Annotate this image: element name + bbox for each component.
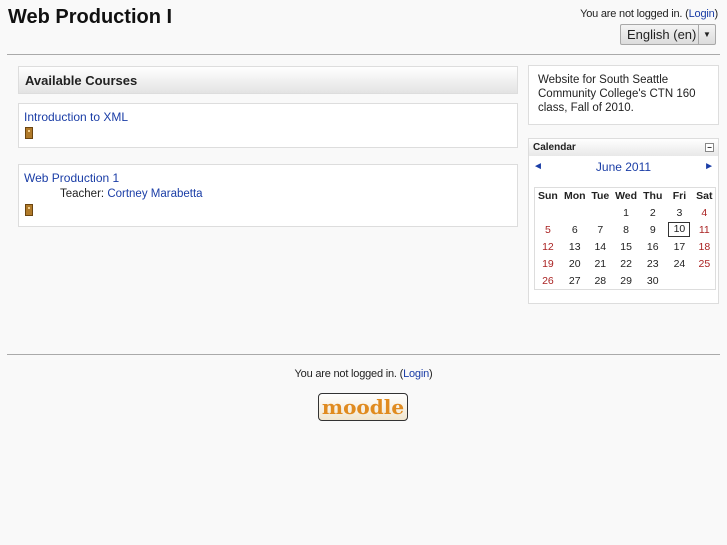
section-heading: Available Courses xyxy=(25,73,138,88)
calendar-day: 4 xyxy=(701,206,708,219)
calendar-empty-cell xyxy=(589,204,612,221)
course-link[interactable]: Introduction to XML xyxy=(24,110,128,124)
calendar-grid: Sun Mon Tue Wed Thu Fri Sat 1 2 3 4 5 6 7 8 9 10 11 12 13 1… xyxy=(534,187,716,290)
calendar-day: 18 xyxy=(698,240,711,253)
site-title: Web Production I xyxy=(8,6,173,28)
calendar-week: 1 2 3 4 xyxy=(535,204,716,221)
weekday-label: Sun xyxy=(537,190,558,202)
calendar-day: 10 xyxy=(665,221,693,238)
weekday-label: Wed xyxy=(615,190,638,202)
moodle-logo[interactable]: moodle xyxy=(318,393,408,421)
calendar-day: 3 xyxy=(676,206,683,219)
footer-login-link[interactable]: Login xyxy=(403,368,429,380)
calendar-month[interactable]: June 2011 xyxy=(529,160,718,174)
login-status: You are not logged in. (Login) xyxy=(580,8,718,20)
course-link[interactable]: Web Production 1 xyxy=(24,171,119,185)
language-value: English (en) xyxy=(627,27,697,42)
calendar-day: 9 xyxy=(649,223,656,236)
course-box: Web Production 1 Teacher: Cortney Marabe… xyxy=(18,164,518,227)
calendar-day: 21 xyxy=(594,257,607,270)
calendar-day: 22 xyxy=(620,257,632,270)
weekday-label: Mon xyxy=(563,190,586,202)
footer-login-status: You are not logged in. (Login) xyxy=(0,368,727,380)
weekday-label: Tue xyxy=(591,190,610,202)
chevron-down-icon: ▼ xyxy=(698,25,715,44)
calendar-day: 19 xyxy=(542,257,554,270)
guest-access-icon xyxy=(25,127,33,139)
calendar-day: 24 xyxy=(673,257,686,270)
login-link[interactable]: Login xyxy=(689,8,715,20)
calendar-day: 8 xyxy=(623,223,629,236)
calendar-day: 16 xyxy=(646,240,659,253)
login-close: ) xyxy=(429,368,433,380)
login-close: ) xyxy=(714,8,719,20)
calendar-day: 23 xyxy=(646,257,659,270)
calendar-day: 17 xyxy=(673,240,686,253)
calendar-day: 20 xyxy=(568,257,581,270)
calendar-empty-cell xyxy=(694,272,716,290)
footer-divider xyxy=(7,354,720,355)
calendar-header: Calendar − xyxy=(529,139,718,156)
calendar-day: 29 xyxy=(620,274,632,287)
calendar-day: 27 xyxy=(568,274,581,287)
calendar-week: 12 13 14 15 16 17 18 xyxy=(535,238,716,255)
calendar-empty-cell xyxy=(561,204,589,221)
calendar-day: 2 xyxy=(649,206,656,219)
teacher-link[interactable]: Cortney Marabetta xyxy=(107,188,202,200)
calendar-empty-cell xyxy=(535,204,561,221)
collapse-icon[interactable]: − xyxy=(705,143,714,152)
login-text: You are not logged in. ( xyxy=(580,8,689,20)
course-box: Introduction to XML xyxy=(18,103,518,148)
calendar-day: 7 xyxy=(597,223,604,236)
calendar-week: 19 20 21 22 23 24 25 xyxy=(535,255,716,272)
calendar-day: 1 xyxy=(623,206,629,219)
calendar-day: 13 xyxy=(568,240,581,253)
calendar-day: 5 xyxy=(544,223,551,236)
weekday-label: Fri xyxy=(672,190,687,202)
login-text: You are not logged in. ( xyxy=(294,368,404,380)
calendar-day: 11 xyxy=(698,223,710,236)
calendar-day: 28 xyxy=(594,274,607,287)
calendar-day: 30 xyxy=(646,274,659,287)
calendar-nav: ◄ June 2011 ► xyxy=(529,156,718,178)
weekday-label: Sat xyxy=(696,190,713,202)
calendar-day: 12 xyxy=(542,240,554,253)
calendar-week: 26 27 28 29 30 xyxy=(535,272,716,290)
guest-access-icon xyxy=(25,204,33,216)
course-teacher: Teacher: Cortney Marabetta xyxy=(60,188,203,200)
language-select[interactable]: English (en) ▼ xyxy=(620,24,716,45)
calendar-title: Calendar xyxy=(533,142,576,153)
available-courses-header: Available Courses xyxy=(18,66,518,94)
header-divider xyxy=(7,54,720,55)
next-month-icon[interactable]: ► xyxy=(704,161,714,172)
weekday-label: Thu xyxy=(643,190,663,202)
site-summary: Website for South Seattle Community Coll… xyxy=(528,65,719,125)
calendar-week: 5 6 7 8 9 10 11 xyxy=(535,221,716,238)
calendar-day: 26 xyxy=(542,274,554,287)
calendar-day: 25 xyxy=(698,257,711,270)
calendar-day: 15 xyxy=(620,240,632,253)
calendar-empty-cell xyxy=(665,272,693,290)
calendar-block: Calendar − ◄ June 2011 ► Sun Mon Tue Wed Thu… xyxy=(528,138,719,304)
calendar-day: 6 xyxy=(571,223,578,236)
calendar-day: 14 xyxy=(594,240,607,253)
teacher-label: Teacher: xyxy=(60,188,105,200)
